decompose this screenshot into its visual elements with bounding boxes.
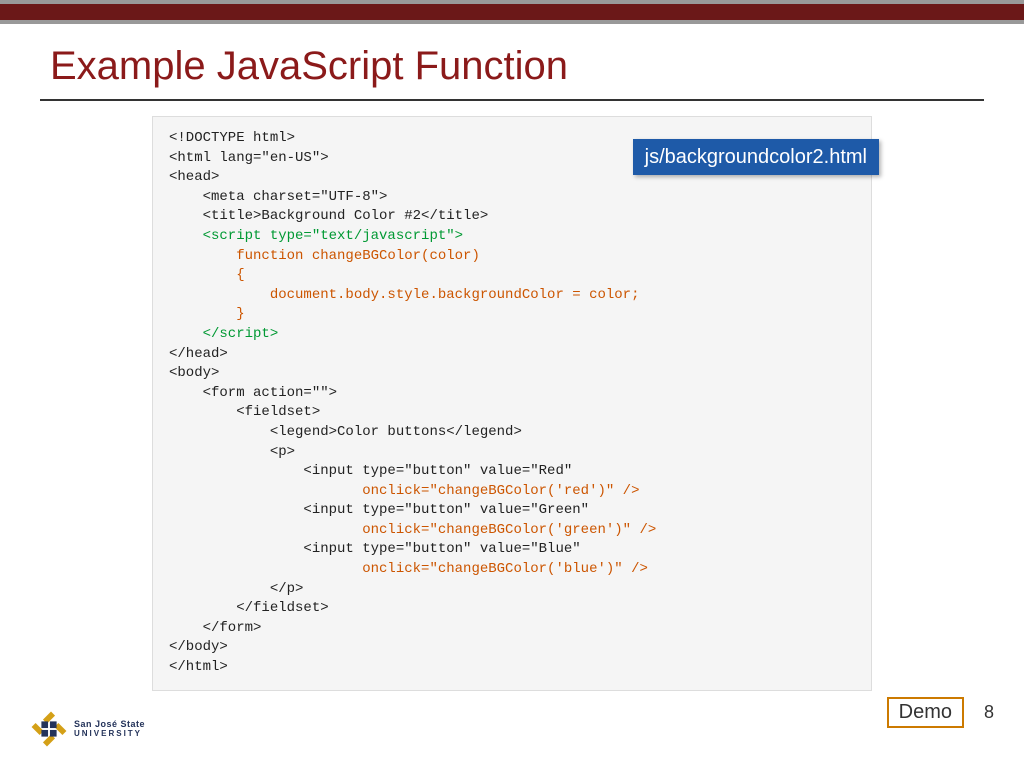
code-line: <meta charset="UTF-8"> (169, 188, 855, 208)
code-line: </head> (169, 345, 855, 365)
code-line: document.body.style.backgroundColor = co… (169, 286, 855, 306)
code-line: </html> (169, 658, 855, 678)
code-line: onclick="changeBGColor('green')" /> (169, 521, 855, 541)
code-line: </p> (169, 580, 855, 600)
code-line: <input type="button" value="Red" (169, 462, 855, 482)
code-line: <script type="text/javascript"> (169, 227, 855, 247)
demo-button[interactable]: Demo (887, 697, 964, 728)
code-line: <body> (169, 364, 855, 384)
code-line: <title>Background Color #2</title> (169, 207, 855, 227)
slide-title: Example JavaScript Function (50, 44, 1024, 89)
code-line: <input type="button" value="Green" (169, 501, 855, 521)
code-line: { (169, 266, 855, 286)
code-line: <legend>Color buttons</legend> (169, 423, 855, 443)
code-line: <form action=""> (169, 384, 855, 404)
code-line: <input type="button" value="Blue" (169, 540, 855, 560)
code-line: onclick="changeBGColor('blue')" /> (169, 560, 855, 580)
top-bar (0, 0, 1024, 24)
code-example-box: js/backgroundcolor2.html <!DOCTYPE html>… (152, 116, 872, 691)
code-line: function changeBGColor(color) (169, 247, 855, 267)
code-line: <fieldset> (169, 403, 855, 423)
university-logo: San José State UNIVERSITY (30, 710, 145, 748)
code-line: } (169, 305, 855, 325)
logo-text: San José State UNIVERSITY (74, 720, 145, 739)
code-line: onclick="changeBGColor('red')" /> (169, 482, 855, 502)
title-underline (40, 99, 984, 101)
code-line: </fieldset> (169, 599, 855, 619)
code-line: <p> (169, 443, 855, 463)
code-line: </body> (169, 638, 855, 658)
code-line: </form> (169, 619, 855, 639)
code-line: </script> (169, 325, 855, 345)
sjsu-logo-icon (30, 710, 68, 748)
page-number: 8 (984, 702, 994, 723)
logo-line2: UNIVERSITY (74, 730, 145, 739)
filename-badge: js/backgroundcolor2.html (633, 139, 879, 175)
